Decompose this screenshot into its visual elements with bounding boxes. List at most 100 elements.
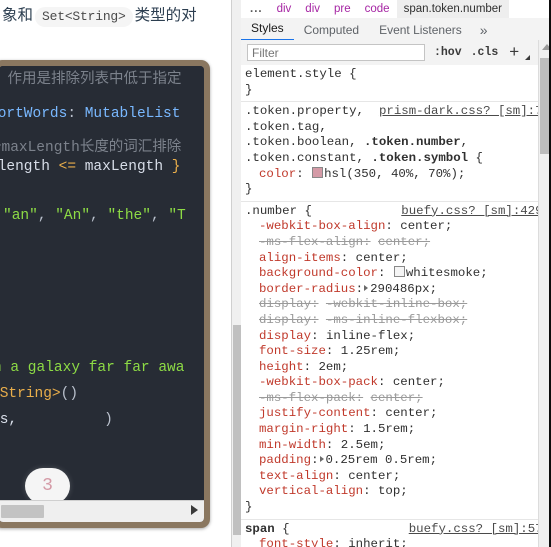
breadcrumb-item[interactable]: ... [241,0,270,19]
css-property-value[interactable]: inherit; [348,537,408,547]
css-property-name[interactable]: display [259,313,311,327]
css-selector-line[interactable]: .token.boolean, .token.number, [241,135,551,151]
css-selector-line[interactable]: element.style { [241,67,551,83]
color-swatch[interactable] [393,266,405,278]
css-declaration[interactable]: text-align: center; [241,469,551,485]
css-property-name[interactable]: padding [259,453,311,467]
expand-shorthand-icon[interactable] [364,284,369,291]
code-token: .length [0,159,50,175]
css-declaration[interactable]: padding: 0.25rem 0.5rem; [241,453,551,469]
breadcrumb-item[interactable]: pre [327,0,358,19]
css-property-value[interactable]: inline-flex; [326,329,415,343]
css-property-name[interactable]: -webkit-box-pack [259,375,378,389]
tab-event-listeners[interactable]: Event Listeners [369,20,472,41]
css-declaration[interactable]: display: inline-flex; [241,329,551,345]
css-property-name[interactable]: font-size [259,344,326,358]
new-rule-caret-icon[interactable] [525,55,530,60]
css-declaration[interactable]: border-radius: 290486px; [241,282,551,298]
css-colon: : [325,437,334,452]
css-property-value[interactable]: center; [371,391,423,405]
tab-styles[interactable]: Styles [241,18,294,41]
css-property-name[interactable]: -ms-flex-pack [259,391,356,405]
scroll-right-arrow-icon[interactable] [191,505,198,515]
css-property-value[interactable]: 1.25rem; [341,344,401,358]
number-badge[interactable]: 3 [25,468,70,504]
code-token: : [67,106,85,122]
breadcrumb-item[interactable]: span.token.number [396,0,510,19]
css-declaration[interactable]: background-color: whitesmoke; [241,266,551,282]
expand-shorthand-icon[interactable] [319,456,324,463]
css-property-value[interactable]: top; [378,484,408,498]
css-property-value[interactable]: -ms-inline-flexbox; [326,313,467,327]
css-property-value[interactable]: hsl(350, 40%, 70%); [324,167,465,181]
css-declaration[interactable]: min-width: 2.5em; [241,438,551,454]
css-property-name[interactable]: -webkit-box-align [259,219,385,233]
hov-toggle-button[interactable]: :hov [434,46,462,59]
css-property-value[interactable]: 2em; [319,360,349,374]
css-declaration[interactable]: height: 2em; [241,360,551,376]
breadcrumb-item[interactable]: div [270,0,299,19]
code-token: ，作用是排除列表中低于指定 [0,72,182,88]
css-selector-line[interactable]: .token.tag, [241,120,551,136]
css-property-name[interactable]: text-align [259,469,333,483]
new-style-rule-button[interactable]: + [509,43,519,60]
css-declaration[interactable]: justify-content: center; [241,406,551,422]
css-property-value[interactable]: 0.25rem 0.5rem; [326,453,438,467]
css-property-value[interactable]: 1.5rem; [363,422,415,436]
css-property-value[interactable]: -webkit-inline-box; [326,297,467,311]
css-property-name[interactable]: font-style [259,537,333,547]
css-property-value[interactable]: center; [356,251,408,265]
css-property-value[interactable]: center; [385,406,437,420]
css-property-name[interactable]: color [259,167,296,181]
css-property-value[interactable]: center; [393,375,445,389]
code-surface[interactable]: ，作用是排除列表中低于指定 hortWords: MutableList 于maxL… [0,66,204,500]
css-declaration[interactable]: align-items: center; [241,251,551,267]
css-property-name[interactable]: display [259,297,311,311]
css-property-value[interactable]: center; [400,219,452,233]
css-declaration[interactable]: -webkit-box-align: center; [241,219,551,235]
css-property-name[interactable]: justify-content [259,406,371,420]
stylesheet-source-link[interactable]: buefy.css? [sm]:4291 [401,204,550,220]
breadcrumb-item[interactable]: code [358,0,397,19]
css-property-name[interactable]: display [259,329,311,343]
editor-scroll-thumb[interactable] [1,505,44,518]
css-property-name[interactable]: border-radius [259,282,356,296]
css-property-name[interactable]: margin-right [259,422,348,436]
css-selector-line[interactable]: .token.constant, .token.symbol { [241,151,551,167]
css-declaration[interactable]: vertical-align: top; [241,484,551,500]
stylesheet-source-link[interactable]: buefy.css? [sm]:574 [409,522,550,538]
breadcrumb-item[interactable]: div [298,0,327,19]
color-swatch[interactable] [312,166,324,178]
css-property-name[interactable]: -ms-flex-align [259,235,363,249]
css-declaration[interactable]: display: -ms-inline-flexbox; [241,313,551,329]
css-declaration[interactable]: -webkit-box-pack: center; [241,375,551,391]
tab-»[interactable]: » [472,21,496,41]
css-property-value[interactable]: 2.5em; [341,438,386,452]
css-selector-line[interactable]: .token.property, prism-dark.css? [sm]:77 [241,104,551,120]
cls-toggle-button[interactable]: .cls [471,46,499,59]
css-declaration[interactable]: color: hsl(350, 40%, 70%); [241,166,551,183]
css-property-value[interactable]: center; [348,469,400,483]
css-property-value[interactable]: whitesmoke; [406,266,488,280]
devtools-left-scrollbar[interactable] [232,0,241,547]
filter-input[interactable] [247,44,425,61]
css-declaration[interactable]: -ms-flex-align: center; [241,235,551,251]
tab-computed[interactable]: Computed [294,20,369,41]
css-declaration[interactable]: font-size: 1.25rem; [241,344,551,360]
css-selector-line[interactable]: span {buefy.css? [sm]:574 [241,522,551,538]
css-declaration[interactable]: -ms-flex-pack: center; [241,391,551,407]
css-declaration[interactable]: margin-right: 1.5rem; [241,422,551,438]
css-property-name[interactable]: align-items [259,251,341,265]
css-property-name[interactable]: height [259,360,304,374]
css-property-name[interactable]: vertical-align [259,484,363,498]
css-property-name[interactable]: background-color [259,266,378,280]
css-property-name[interactable]: min-width [259,438,326,452]
css-declaration[interactable]: font-style: inherit; [241,537,551,547]
devtools-left-scroll-thumb[interactable] [233,325,241,535]
css-declaration[interactable]: display: -webkit-inline-box; [241,297,551,313]
css-selector-line[interactable]: .number {buefy.css? [sm]:4291 [241,204,551,220]
css-property-value[interactable]: center; [378,235,430,249]
editor-horizontal-scrollbar[interactable] [0,500,204,522]
css-property-value[interactable]: 290486px; [370,282,437,296]
stylesheet-source-link[interactable]: prism-dark.css? [sm]:77 [379,104,550,120]
